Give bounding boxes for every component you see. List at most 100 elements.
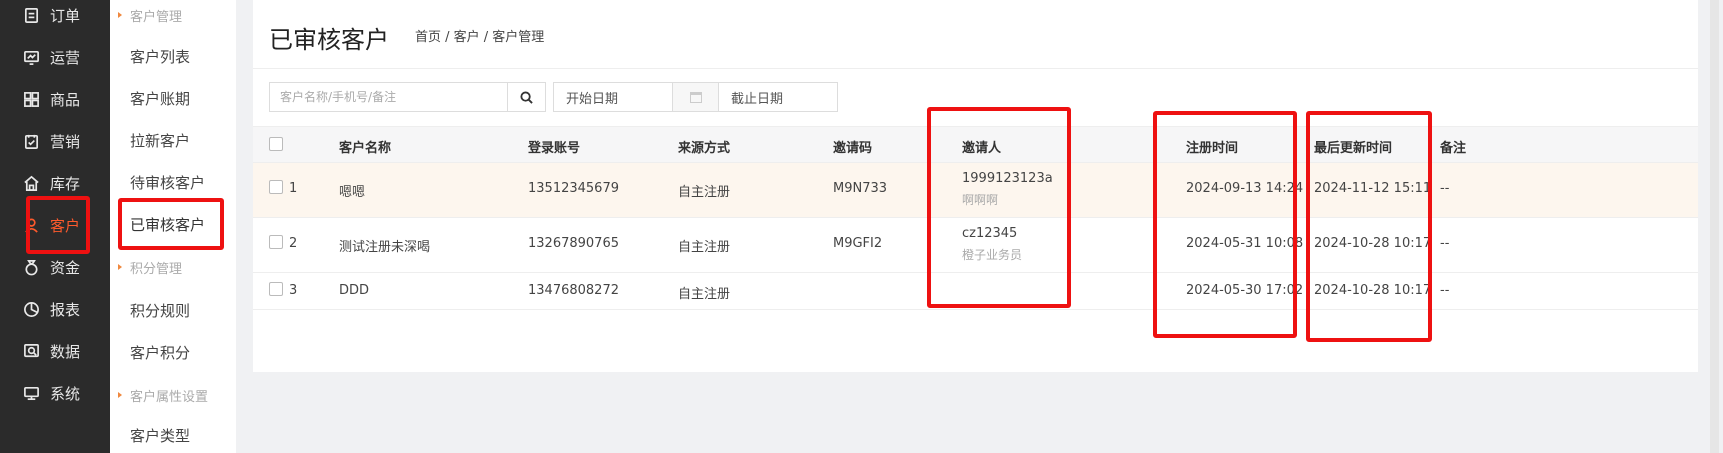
search-input[interactable] — [270, 83, 507, 111]
column-header: 注册时间 — [1186, 141, 1239, 156]
order-icon — [22, 6, 40, 24]
remark: -- — [1440, 283, 1450, 298]
table-header: 客户名称 登录账号 来源方式 邀请码 邀请人 注册时间 最后更新时间 备注 — [253, 126, 1698, 163]
row-checkbox[interactable] — [269, 180, 283, 194]
update-time: 2024-11-12 15:11 — [1314, 181, 1432, 196]
end-date-input[interactable]: 截止日期 — [718, 82, 838, 112]
invite-code: M9GFI2 — [833, 236, 883, 251]
submenu-item-pending-review[interactable]: 待审核客户 — [110, 162, 236, 202]
remark: -- — [1440, 236, 1450, 251]
column-header: 客户名称 — [339, 141, 392, 156]
nav-item-label: 资金 — [50, 258, 81, 277]
invite-code: M9N733 — [833, 181, 888, 196]
report-icon — [22, 300, 40, 318]
content-panel: 已审核客户 首页 / 客户 / 客户管理 开始日期 截止日期 客户名称 登录账号… — [253, 0, 1698, 372]
column-header: 邀请人 — [962, 141, 1002, 156]
update-time: 2024-10-28 10:17 — [1314, 283, 1432, 298]
nav-item-label: 商品 — [50, 90, 81, 109]
page-title: 已审核客户 — [269, 26, 389, 54]
nav-item-label: 库存 — [50, 174, 81, 193]
row-number: 2 — [289, 236, 298, 251]
table-row[interactable]: 3 DDD 13476808272 自主注册 2024-05-30 17:02 … — [253, 273, 1698, 310]
system-icon — [22, 384, 40, 402]
operation-icon — [22, 48, 40, 66]
submenu-group-points-management[interactable]: 积分管理 — [110, 252, 236, 282]
sub-menu: 客户管理 客户列表 客户账期 拉新客户 待审核客户 已审核客户 积分管理 积分规… — [110, 0, 236, 453]
caret-right-icon — [118, 264, 122, 270]
inviter-account: cz12345 — [962, 226, 1018, 241]
column-header: 备注 — [1440, 141, 1467, 156]
customer-name: DDD — [339, 283, 370, 298]
register-time: 2024-05-30 17:02 — [1186, 283, 1304, 298]
column-header: 邀请码 — [833, 141, 873, 156]
nav-item-operation[interactable]: 运营 — [0, 36, 110, 78]
money-icon — [22, 258, 40, 276]
nav-item-label: 营销 — [50, 132, 81, 151]
submenu-group-customer-attributes[interactable]: 客户属性设置 — [110, 380, 236, 410]
start-date-input[interactable]: 开始日期 — [553, 82, 673, 112]
date-range-separator — [673, 82, 718, 112]
row-checkbox[interactable] — [269, 235, 283, 249]
submenu-group-customer-management[interactable]: 客户管理 — [110, 0, 236, 30]
row-number: 1 — [289, 181, 298, 196]
column-header: 最后更新时间 — [1314, 141, 1393, 156]
column-header: 来源方式 — [678, 141, 731, 156]
main-nav: 订单 运营 商品 营销 库存 客户 资金 报表 数据 系统 — [0, 0, 110, 453]
page-scrollbar[interactable] — [1710, 0, 1719, 453]
nav-item-label: 系统 — [50, 384, 81, 403]
nav-item-label: 订单 — [50, 6, 81, 25]
table-row[interactable]: 2 测试注册未深喝 13267890765 自主注册 M9GFI2 cz1234… — [253, 218, 1698, 273]
header-divider — [253, 68, 1698, 69]
search-button[interactable] — [507, 83, 545, 111]
source-method: 自主注册 — [678, 240, 731, 255]
breadcrumb[interactable]: 首页 / 客户 / 客户管理 — [415, 26, 544, 45]
register-time: 2024-09-13 14:24 — [1186, 181, 1304, 196]
login-account: 13476808272 — [528, 283, 619, 298]
data-icon — [22, 342, 40, 360]
nav-item-marketing[interactable]: 营销 — [0, 120, 110, 162]
nav-item-warehouse[interactable]: 库存 — [0, 162, 110, 204]
nav-item-label: 报表 — [50, 300, 81, 319]
warehouse-icon — [22, 174, 40, 192]
nav-item-order[interactable]: 订单 — [0, 0, 110, 36]
submenu-item-customer-type[interactable]: 客户类型 — [110, 415, 236, 453]
submenu-item-reviewed[interactable]: 已审核客户 — [110, 204, 236, 244]
submenu-item-new-customers[interactable]: 拉新客户 — [110, 120, 236, 160]
nav-item-money[interactable]: 资金 — [0, 246, 110, 288]
row-checkbox[interactable] — [269, 282, 283, 296]
caret-right-icon — [118, 392, 122, 398]
inviter-account: 1999123123a — [962, 171, 1053, 186]
source-method: 自主注册 — [678, 287, 731, 302]
search-box — [269, 82, 546, 112]
customer-name: 嗯嗯 — [339, 185, 366, 200]
remark: -- — [1440, 181, 1450, 196]
table-row[interactable]: 1 嗯嗯 13512345679 自主注册 M9N733 1999123123a… — [253, 163, 1698, 218]
register-time: 2024-05-31 10:08 — [1186, 236, 1304, 251]
search-icon — [520, 90, 533, 104]
inviter-name: 啊啊啊 — [962, 193, 999, 207]
submenu-item-points-rules[interactable]: 积分规则 — [110, 290, 236, 330]
submenu-item-customer-billing[interactable]: 客户账期 — [110, 78, 236, 118]
nav-item-report[interactable]: 报表 — [0, 288, 110, 330]
login-account: 13267890765 — [528, 236, 619, 251]
inviter-name: 橙子业务员 — [962, 248, 1023, 262]
caret-right-icon — [118, 12, 122, 18]
update-time: 2024-10-28 10:17 — [1314, 236, 1432, 251]
row-number: 3 — [289, 283, 298, 298]
nav-item-customer[interactable]: 客户 — [0, 204, 110, 246]
nav-item-label: 数据 — [50, 342, 81, 361]
goods-icon — [22, 90, 40, 108]
column-header: 登录账号 — [528, 141, 581, 156]
nav-item-label: 运营 — [50, 48, 81, 67]
nav-item-data[interactable]: 数据 — [0, 330, 110, 372]
customer-name: 测试注册未深喝 — [339, 240, 431, 255]
customer-icon — [22, 216, 40, 234]
submenu-item-customer-list[interactable]: 客户列表 — [110, 36, 236, 76]
nav-item-goods[interactable]: 商品 — [0, 78, 110, 120]
select-all-checkbox[interactable] — [269, 137, 283, 151]
nav-item-system[interactable]: 系统 — [0, 372, 110, 414]
marketing-icon — [22, 132, 40, 150]
login-account: 13512345679 — [528, 181, 619, 196]
submenu-item-customer-points[interactable]: 客户积分 — [110, 332, 236, 372]
nav-item-label: 客户 — [50, 216, 81, 235]
